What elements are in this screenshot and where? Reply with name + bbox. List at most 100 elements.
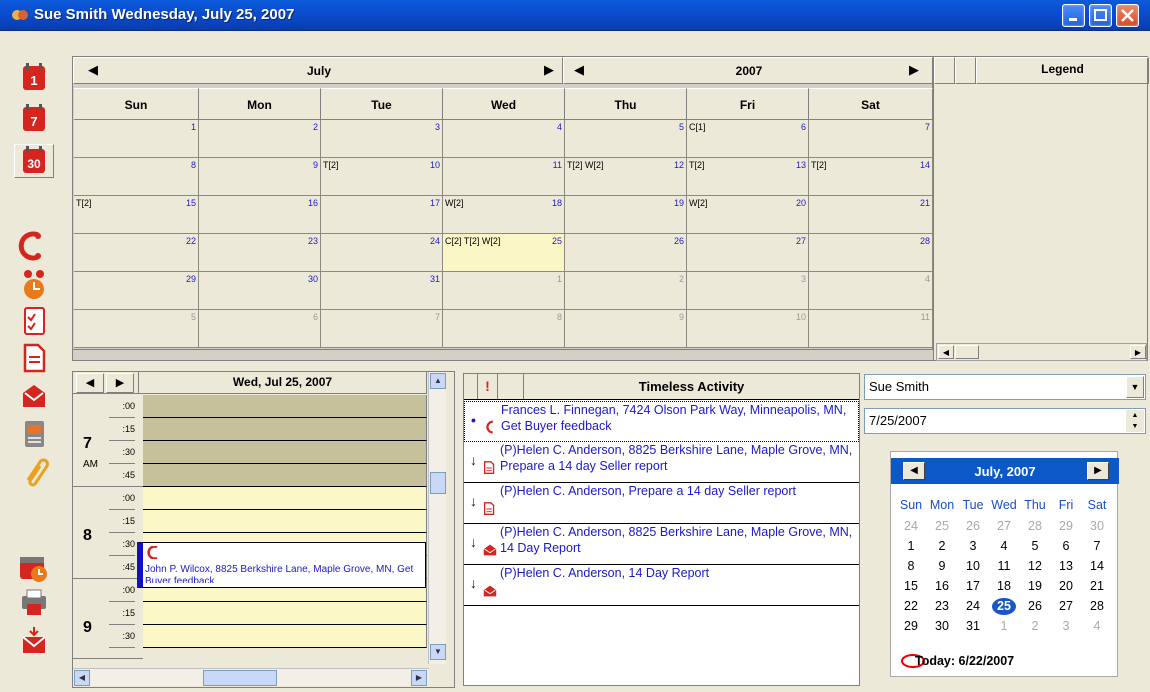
- scroll-thumb[interactable]: [203, 670, 277, 686]
- stepper-up-icon[interactable]: ▲: [1126, 410, 1144, 421]
- time-slot[interactable]: [143, 487, 427, 510]
- calendar-day-cell[interactable]: 6: [199, 310, 321, 348]
- event-summary[interactable]: W[2]: [689, 198, 708, 208]
- chevron-down-icon[interactable]: ▼: [1126, 376, 1144, 398]
- maximize-button[interactable]: [1089, 4, 1112, 27]
- priority-header[interactable]: !: [478, 374, 498, 399]
- calendar-day-cell[interactable]: 4: [809, 272, 933, 310]
- calendar-day-cell[interactable]: 15 T[2]: [74, 196, 199, 234]
- mini-calendar-day[interactable]: 29: [895, 619, 927, 633]
- mini-calendar-day[interactable]: 1: [988, 619, 1020, 633]
- event-summary[interactable]: T[2]: [689, 160, 705, 170]
- timeless-row[interactable]: • Frances L. Finnegan, 7424 Olson Park Wa…: [464, 401, 859, 442]
- mini-calendar-day[interactable]: 7: [1081, 539, 1113, 553]
- todo-button[interactable]: [14, 304, 54, 338]
- time-slot[interactable]: [143, 464, 427, 487]
- mini-calendar-day[interactable]: 4: [988, 539, 1020, 553]
- calendar-day-cell[interactable]: 21: [809, 196, 933, 234]
- calendar-day-cell[interactable]: 3: [321, 120, 443, 158]
- calendar-day-cell[interactable]: 17: [321, 196, 443, 234]
- mini-calendar-day[interactable]: 28: [1019, 519, 1051, 533]
- time-slot[interactable]: [143, 441, 427, 464]
- mini-calendar-day[interactable]: 26: [1019, 599, 1051, 613]
- calendar-day-cell[interactable]: 27: [687, 234, 809, 272]
- date-field[interactable]: 7/25/2007 ▲ ▼: [864, 408, 1146, 434]
- event-summary[interactable]: W[2]: [445, 198, 464, 208]
- timeless-row[interactable]: ↓ (P)Helen C. Anderson, 8825 Berkshire La…: [464, 524, 859, 565]
- mini-next-month-arrow[interactable]: ▶: [1087, 462, 1109, 480]
- scroll-left-arrow-icon[interactable]: ◀: [74, 670, 90, 686]
- meeting-button[interactable]: [14, 267, 54, 301]
- timeless-row[interactable]: ↓ (P)Helen C. Anderson, Prepare a 14 day …: [464, 483, 859, 524]
- calendar-day-cell[interactable]: 31: [321, 272, 443, 310]
- scroll-thumb[interactable]: [955, 345, 979, 359]
- mini-calendar-day[interactable]: 13: [1050, 559, 1082, 573]
- print-button[interactable]: [14, 586, 54, 620]
- calendar-day-cell[interactable]: 23: [199, 234, 321, 272]
- alarm-button[interactable]: [14, 551, 54, 585]
- day-horizontal-scrollbar[interactable]: ◀ ▶: [73, 668, 429, 686]
- calendar-day-cell[interactable]: 10: [687, 310, 809, 348]
- email-button[interactable]: [14, 379, 54, 413]
- day-view-button[interactable]: 1: [14, 61, 54, 95]
- calendar-day-cell[interactable]: 1: [443, 272, 565, 310]
- mini-calendar-day[interactable]: 4: [1081, 619, 1113, 633]
- calendar-day-cell[interactable]: 5: [74, 310, 199, 348]
- appointment-block[interactable]: John P. Wilcox, 8825 Berkshire Lane, Map…: [137, 542, 426, 588]
- mini-calendar-day[interactable]: 23: [926, 599, 958, 613]
- time-slot[interactable]: [143, 625, 427, 648]
- event-summary[interactable]: T[2] W[2]: [567, 160, 604, 170]
- calendar-day-cell[interactable]: 25 C[2] T[2] W[2]: [443, 234, 565, 272]
- week-view-button[interactable]: 7: [14, 102, 54, 136]
- mini-calendar-day[interactable]: 6: [1050, 539, 1082, 553]
- mini-calendar-day[interactable]: 20: [1050, 579, 1082, 593]
- timeless-row[interactable]: ↓ (P)Helen C. Anderson, 14 Day Report: [464, 565, 859, 606]
- event-summary[interactable]: C[2] T[2] W[2]: [445, 236, 500, 246]
- mini-calendar-day[interactable]: 3: [1050, 619, 1082, 633]
- mini-calendar-day[interactable]: 30: [1081, 519, 1113, 533]
- mini-calendar-day[interactable]: 12: [1019, 559, 1051, 573]
- mini-calendar-day[interactable]: 24: [895, 519, 927, 533]
- mini-calendar-day[interactable]: 15: [895, 579, 927, 593]
- prev-day-arrow[interactable]: ◀: [76, 373, 104, 393]
- mini-calendar-day[interactable]: 14: [1081, 559, 1113, 573]
- calendar-day-cell[interactable]: 2: [565, 272, 687, 310]
- scroll-left-arrow-icon[interactable]: ◀: [938, 345, 954, 359]
- mini-calendar-day[interactable]: 28: [1081, 599, 1113, 613]
- mini-calendar-day[interactable]: 31: [957, 619, 989, 633]
- scroll-thumb[interactable]: [430, 472, 446, 494]
- time-slot[interactable]: [143, 602, 427, 625]
- calendar-day-cell[interactable]: 8: [74, 158, 199, 196]
- day-vertical-scrollbar[interactable]: ▲ ▼: [428, 372, 446, 664]
- mini-calendar-day[interactable]: 26: [957, 519, 989, 533]
- letter-button[interactable]: [14, 417, 54, 451]
- calendar-day-cell[interactable]: 18 W[2]: [443, 196, 565, 234]
- mini-calendar-day[interactable]: 25: [926, 519, 958, 533]
- scroll-up-arrow-icon[interactable]: ▲: [430, 373, 446, 389]
- month-view-button[interactable]: 30: [14, 144, 54, 178]
- mini-calendar-day[interactable]: 17: [957, 579, 989, 593]
- calendar-day-cell[interactable]: 13 T[2]: [687, 158, 809, 196]
- timeless-row[interactable]: ↓ (P)Helen C. Anderson, 8825 Berkshire La…: [464, 442, 859, 483]
- scroll-right-arrow-icon[interactable]: ▶: [1130, 345, 1146, 359]
- event-summary[interactable]: T[2]: [323, 160, 339, 170]
- calendar-day-cell[interactable]: 9: [565, 310, 687, 348]
- mini-calendar-day[interactable]: 11: [988, 559, 1020, 573]
- event-summary[interactable]: C[1]: [689, 122, 706, 132]
- mini-calendar-day[interactable]: 30: [926, 619, 958, 633]
- scroll-right-arrow-icon[interactable]: ▶: [411, 670, 427, 686]
- mini-calendar-day[interactable]: 27: [1050, 599, 1082, 613]
- time-slot[interactable]: [143, 418, 427, 441]
- calendar-day-cell[interactable]: 1: [74, 120, 199, 158]
- calendar-day-cell[interactable]: 6 C[1]: [687, 120, 809, 158]
- calendar-day-cell[interactable]: 7: [321, 310, 443, 348]
- event-summary[interactable]: T[2]: [76, 198, 92, 208]
- time-slot[interactable]: [143, 510, 427, 533]
- calendar-day-cell[interactable]: 11: [443, 158, 565, 196]
- today-link[interactable]: Today: 6/22/2007: [901, 652, 1111, 670]
- close-button[interactable]: [1116, 4, 1139, 27]
- calendar-day-cell[interactable]: 10 T[2]: [321, 158, 443, 196]
- calendar-day-cell[interactable]: 4: [443, 120, 565, 158]
- calendar-day-cell[interactable]: 12 T[2] W[2]: [565, 158, 687, 196]
- mini-calendar-day[interactable]: 3: [957, 539, 989, 553]
